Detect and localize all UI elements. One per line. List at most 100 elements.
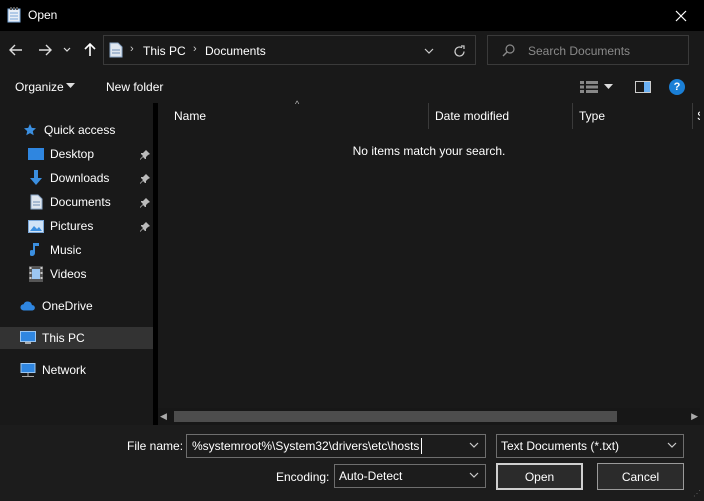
sidebar-item-network[interactable]: Network bbox=[20, 359, 86, 381]
file-name-label: File name: bbox=[127, 439, 184, 453]
address-dropdown-button[interactable] bbox=[419, 42, 439, 60]
column-divider[interactable] bbox=[692, 103, 693, 129]
sidebar-item-label: Network bbox=[42, 363, 87, 377]
search-box[interactable]: Search Documents bbox=[487, 35, 689, 65]
pin-icon[interactable] bbox=[140, 221, 150, 235]
resize-grip-icon[interactable]: ⋰ bbox=[693, 489, 701, 498]
title-bar: Open bbox=[0, 0, 704, 31]
sidebar-item-label: Music bbox=[50, 243, 82, 257]
caret-down-icon bbox=[66, 83, 75, 88]
help-button[interactable]: ? bbox=[669, 79, 685, 95]
sidebar-item-label: Desktop bbox=[50, 147, 95, 161]
notepad-icon bbox=[7, 7, 21, 23]
sidebar-item-videos[interactable]: Videos bbox=[28, 263, 86, 285]
file-type-value: Text Documents (*.txt) bbox=[501, 439, 620, 453]
window-title: Open bbox=[28, 8, 58, 22]
sidebar-item-label: This PC bbox=[42, 331, 85, 345]
pin-icon[interactable] bbox=[140, 149, 150, 163]
file-list: Name ^ Date modified Type S No items mat… bbox=[158, 99, 704, 425]
text-cursor bbox=[421, 438, 422, 454]
horizontal-scrollbar[interactable]: ◀ ▶ bbox=[158, 408, 700, 425]
new-folder-button[interactable]: New folder bbox=[106, 80, 163, 94]
file-name-value: %systemroot%\System32\drivers\etc\hosts bbox=[192, 439, 420, 453]
pin-icon[interactable] bbox=[140, 173, 150, 187]
refresh-icon bbox=[453, 44, 465, 57]
encoding-select[interactable]: Auto-Detect bbox=[334, 464, 486, 488]
forward-button[interactable] bbox=[35, 39, 55, 61]
sidebar-item-label: Videos bbox=[50, 267, 87, 281]
column-header-date-modified[interactable]: Date modified bbox=[429, 103, 572, 129]
pin-icon[interactable] bbox=[140, 197, 150, 211]
column-header-name[interactable]: Name ^ bbox=[158, 99, 429, 129]
sort-ascending-icon: ^ bbox=[295, 99, 300, 109]
scroll-left-icon[interactable]: ◀ bbox=[160, 411, 167, 422]
caret-down-icon[interactable] bbox=[604, 84, 613, 89]
command-toolbar: Organize New folder ? bbox=[0, 69, 704, 103]
navigation-bar: › This PC › Documents Search Documents bbox=[0, 31, 704, 69]
scrollbar-thumb[interactable] bbox=[174, 411, 617, 422]
file-type-select[interactable]: Text Documents (*.txt) bbox=[496, 434, 684, 458]
chevron-down-icon bbox=[63, 47, 71, 52]
empty-state-message: No items match your search. bbox=[352, 144, 506, 158]
document-icon bbox=[28, 194, 44, 210]
pictures-icon bbox=[28, 218, 44, 234]
sidebar-item-music[interactable]: Music bbox=[28, 239, 81, 261]
preview-pane-icon[interactable] bbox=[635, 81, 651, 93]
videos-icon bbox=[28, 266, 44, 282]
refresh-button[interactable] bbox=[449, 41, 469, 61]
arrow-up-icon bbox=[84, 43, 96, 56]
search-icon bbox=[502, 44, 515, 57]
breadcrumb-separator: › bbox=[193, 43, 197, 55]
back-button[interactable] bbox=[6, 39, 26, 61]
arrow-left-icon bbox=[9, 44, 22, 56]
sidebar-item-this-pc[interactable]: This PC bbox=[0, 327, 153, 349]
network-icon bbox=[20, 362, 36, 378]
sidebar-item-label: Quick access bbox=[44, 123, 116, 137]
address-bar[interactable]: › This PC › Documents bbox=[103, 35, 476, 65]
recent-locations-button[interactable] bbox=[60, 39, 74, 61]
open-button[interactable]: Open bbox=[496, 463, 583, 490]
music-icon bbox=[28, 242, 44, 258]
scroll-right-icon[interactable]: ▶ bbox=[691, 411, 698, 422]
sidebar-item-desktop[interactable]: Desktop bbox=[28, 143, 153, 165]
sidebar-item-documents[interactable]: Documents bbox=[28, 191, 153, 213]
desktop-icon bbox=[28, 146, 44, 162]
breadcrumb-documents[interactable]: Documents bbox=[205, 44, 266, 58]
breadcrumb-this-pc[interactable]: This PC bbox=[143, 44, 186, 58]
column-header-label: S bbox=[697, 109, 700, 123]
encoding-label: Encoding: bbox=[276, 470, 330, 484]
column-header-label: Date modified bbox=[435, 109, 510, 123]
breadcrumb-separator: › bbox=[130, 43, 134, 55]
computer-icon bbox=[20, 330, 36, 346]
encoding-value: Auto-Detect bbox=[339, 469, 403, 483]
up-button[interactable] bbox=[80, 39, 100, 61]
organize-menu[interactable]: Organize bbox=[15, 80, 64, 94]
sidebar-item-downloads[interactable]: Downloads bbox=[28, 167, 153, 189]
chevron-down-icon bbox=[469, 472, 479, 478]
column-header-label: Name bbox=[174, 109, 207, 123]
column-header-size[interactable]: S bbox=[694, 103, 700, 129]
view-options-icon[interactable] bbox=[580, 81, 598, 93]
sidebar-item-pictures[interactable]: Pictures bbox=[28, 215, 153, 237]
chevron-down-icon bbox=[424, 48, 434, 54]
sidebar-item-quick-access[interactable]: Quick access bbox=[22, 119, 115, 141]
sidebar-item-label: OneDrive bbox=[42, 299, 93, 313]
sidebar-item-onedrive[interactable]: OneDrive bbox=[20, 295, 93, 317]
chevron-down-icon bbox=[667, 442, 677, 448]
close-button[interactable] bbox=[658, 0, 704, 31]
sidebar-item-label: Downloads bbox=[50, 171, 110, 185]
chevron-down-icon[interactable] bbox=[469, 442, 479, 448]
download-icon bbox=[28, 170, 44, 186]
cloud-icon bbox=[20, 298, 36, 314]
column-header-label: Type bbox=[579, 109, 606, 123]
sidebar-item-label: Pictures bbox=[50, 219, 94, 233]
sidebar-item-label: Documents bbox=[50, 195, 111, 209]
star-icon bbox=[22, 122, 38, 138]
document-folder-icon bbox=[109, 42, 123, 58]
file-name-input[interactable]: %systemroot%\System32\drivers\etc\hosts bbox=[186, 434, 486, 458]
navigation-pane: Quick access Desktop Downloads Documents… bbox=[0, 103, 153, 425]
column-header-type[interactable]: Type bbox=[573, 103, 696, 129]
dialog-footer: File name: %systemroot%\System32\drivers… bbox=[0, 425, 704, 501]
search-placeholder: Search Documents bbox=[528, 44, 631, 58]
cancel-button[interactable]: Cancel bbox=[597, 463, 684, 490]
